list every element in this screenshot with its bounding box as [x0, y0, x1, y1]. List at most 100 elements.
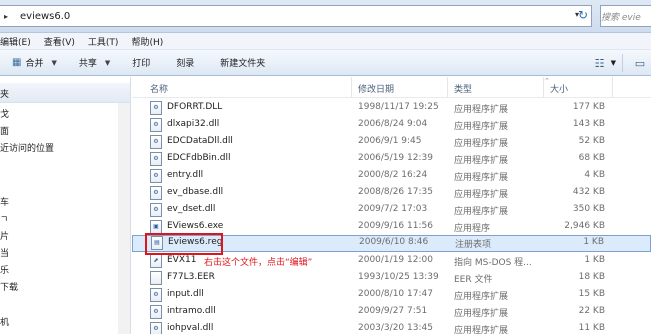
menu-bar: 编辑(E) 查看(V) 工具(T) 帮助(H) — [0, 33, 651, 50]
file-date: 2000/8/2 16:24 — [358, 170, 428, 180]
dll-icon: ⚙ — [150, 203, 162, 217]
file-row[interactable]: ⚙ iohpval.dll 2003/3/20 13:45 应用程序扩展 11 … — [132, 321, 651, 334]
menu-edit[interactable]: 编辑(E) — [0, 35, 31, 48]
chevron-down-icon[interactable]: ▼ — [611, 59, 616, 67]
address-bar: ▸ eviews6.0 ▾ ↻ 搜索 evie — [0, 0, 651, 33]
file-size: 11 KB — [578, 323, 605, 333]
file-type: 应用程序扩展 — [454, 156, 509, 166]
column-type[interactable]: 类型 — [454, 82, 472, 95]
file-date: 2009/9/27 7:51 — [358, 306, 428, 316]
file-type: 注册表项 — [455, 240, 492, 250]
file-row[interactable]: ⚙ ev_dset.dll 2009/7/2 17:03 应用程序扩展 350 … — [132, 202, 651, 219]
nav-item-recent-places[interactable]: 近访问的位置 — [0, 141, 54, 154]
nav-scrollbar[interactable] — [118, 103, 130, 334]
file-date: 2009/6/10 8:46 — [359, 237, 429, 247]
nav-item-pictures[interactable]: 片 — [0, 229, 9, 242]
file-type: 应用程序扩展 — [454, 309, 509, 319]
annotation-text: 右击这个文件，点击“编辑” — [204, 258, 313, 268]
file-size: 2,946 KB — [564, 221, 605, 231]
view-options-icon[interactable]: ☷ — [589, 57, 611, 70]
file-date: 2009/9/16 11:56 — [358, 221, 433, 231]
file-row[interactable]: ⚙ entry.dll 2000/8/2 16:24 应用程序扩展 4 KB — [132, 168, 651, 185]
file-size: 68 KB — [578, 153, 605, 163]
file-name: ev_dset.dll — [167, 204, 216, 214]
refresh-icon[interactable]: ↻ — [578, 8, 594, 24]
file-row[interactable]: ⚙ DFORRT.DLL 1998/11/17 19:25 应用程序扩展 177… — [132, 100, 651, 117]
file-name: entry.dll — [167, 170, 204, 180]
chevron-down-icon: ▼ — [104, 58, 111, 67]
file-date: 2008/8/26 17:35 — [358, 187, 433, 197]
nav-item-library[interactable]: 车 — [0, 195, 9, 208]
file-name: EViews6.exe — [167, 221, 224, 231]
nav-favorites-header[interactable] — [0, 83, 130, 103]
toolbar-divider — [622, 54, 623, 72]
file-size: 52 KB — [578, 136, 605, 146]
file-type: 应用程序扩展 — [454, 139, 509, 149]
file-row[interactable]: ⚙ intramo.dll 2009/9/27 7:51 应用程序扩展 22 K… — [132, 304, 651, 321]
nav-item-documents[interactable]: 当 — [0, 246, 9, 259]
file-date: 2006/8/24 9:04 — [358, 119, 428, 129]
file-date: 1993/10/25 13:39 — [358, 272, 439, 282]
column-divider[interactable] — [447, 77, 448, 98]
highlight-box — [145, 233, 223, 255]
menu-view[interactable]: 查看(V) — [44, 35, 75, 48]
view-controls: ☷ ▼ ▭ — [589, 50, 651, 76]
share-button[interactable]: 共享 ▼ — [79, 56, 111, 70]
breadcrumb-arrow-icon[interactable]: ▸ — [4, 12, 16, 21]
file-size: 15 KB — [578, 289, 605, 299]
file-date: 2006/9/1 9:45 — [358, 136, 422, 146]
menu-help[interactable]: 帮助(H) — [131, 35, 163, 48]
command-toolbar: ▦ 合并 ▼ 共享 ▼ 打印 刻录 新建文件夹 ☷ ▼ ▭ — [0, 50, 651, 76]
file-row[interactable]: ⚙ input.dll 2000/8/10 17:47 应用程序扩展 15 KB — [132, 287, 651, 304]
file-name: EDCDataDll.dll — [167, 136, 233, 146]
column-date[interactable]: 修改日期 — [358, 82, 394, 95]
menu-tools[interactable]: 工具(T) — [88, 35, 119, 48]
dll-icon: ⚙ — [150, 152, 162, 166]
include-in-library-button[interactable]: ▦ 合并 ▼ — [12, 56, 57, 69]
column-divider[interactable] — [543, 77, 544, 98]
column-divider[interactable] — [612, 77, 613, 98]
file-name: iohpval.dll — [167, 323, 214, 333]
dll-icon: ⚙ — [150, 288, 162, 302]
file-type: 应用程序扩展 — [454, 122, 509, 132]
search-placeholder: 搜索 evie — [601, 12, 641, 23]
file-row[interactable]: F77L3.EER 1993/10/25 13:39 EER 文件 18 KB — [132, 270, 651, 287]
nav-item-favorites[interactable]: 夹 — [0, 87, 9, 100]
file-type: 应用程序扩展 — [454, 190, 509, 200]
nav-item-music[interactable]: 乐 — [0, 263, 9, 276]
file-size: 1 KB — [584, 255, 605, 265]
file-name: input.dll — [167, 289, 204, 299]
dll-icon: ⚙ — [150, 305, 162, 319]
file-name: intramo.dll — [167, 306, 216, 316]
file-size: 18 KB — [578, 272, 605, 282]
nav-item-thunder-downloads[interactable]: 下载 — [0, 280, 18, 293]
file-row[interactable]: ⚙ EDCDataDll.dll 2006/9/1 9:45 应用程序扩展 52… — [132, 134, 651, 151]
file-type: EER 文件 — [454, 275, 493, 285]
file-row[interactable]: ⚙ dlxapi32.dll 2006/8/24 9:04 应用程序扩展 143… — [132, 117, 651, 134]
print-button[interactable]: 打印 — [132, 56, 150, 69]
file-size: 1 KB — [583, 237, 604, 247]
file-row[interactable]: ⚙ EDCFdbBin.dll 2006/5/19 12:39 应用程序扩展 6… — [132, 151, 651, 168]
column-name[interactable]: 名称 — [150, 82, 168, 95]
nav-item-downloads[interactable]: 面 — [0, 124, 9, 137]
address-box[interactable]: ▸ eviews6.0 ▾ — [0, 5, 592, 27]
new-folder-button[interactable]: 新建文件夹 — [220, 56, 265, 69]
file-icon — [150, 271, 162, 285]
file-size: 350 KB — [572, 204, 605, 214]
nav-item-videos[interactable]: ㄱ — [0, 212, 8, 225]
chevron-down-icon: ▼ — [51, 58, 57, 67]
breadcrumb-current-folder[interactable]: eviews6.0 — [20, 11, 70, 22]
nav-item-desktop[interactable]: 戈 — [0, 107, 9, 120]
sort-caret-icon: ⌃ — [544, 77, 550, 85]
preview-pane-icon[interactable]: ▭ — [629, 57, 651, 70]
navigation-pane: 夹 戈 面 近访问的位置 车 ㄱ 片 当 乐 下载 机 — [0, 77, 131, 334]
file-size: 432 KB — [572, 187, 605, 197]
column-divider[interactable] — [351, 77, 352, 98]
search-input[interactable]: 搜索 evie — [600, 5, 651, 27]
file-name: DFORRT.DLL — [167, 102, 223, 112]
burn-button[interactable]: 刻录 — [176, 56, 194, 69]
file-name: EDCFdbBin.dll — [167, 153, 231, 163]
file-row[interactable]: ⚙ ev_dbase.dll 2008/8/26 17:35 应用程序扩展 43… — [132, 185, 651, 202]
column-size[interactable]: 大小 — [550, 82, 568, 95]
nav-item-computer[interactable]: 机 — [0, 315, 9, 328]
